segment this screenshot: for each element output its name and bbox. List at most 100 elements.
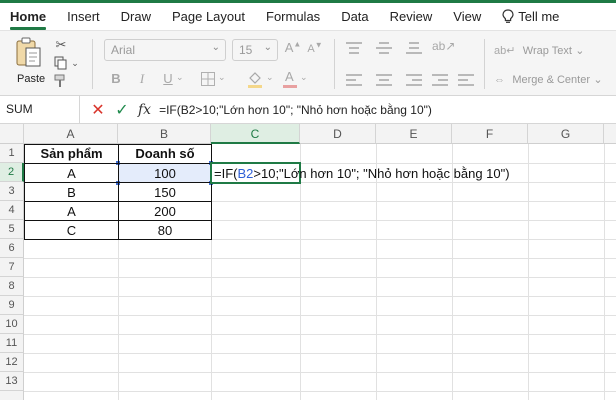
fill-color-button[interactable] [246,69,264,89]
row-header-1[interactable]: 1 [0,144,24,163]
font-color-button[interactable]: A [282,69,298,89]
paste-button[interactable]: Paste [10,37,46,89]
italic-button[interactable]: I [134,71,150,89]
gridline [24,353,616,354]
row-header-7[interactable]: 7 [0,258,24,277]
tab-view[interactable]: View [453,9,481,24]
tab-insert[interactable]: Insert [67,9,100,24]
row-header-8[interactable]: 8 [0,277,24,296]
ribbon-separator [92,39,93,89]
orientation-button[interactable]: ab↗ [432,39,455,53]
row-header-10[interactable]: 10 [0,315,24,334]
merge-center-label: Merge & Center [512,74,590,86]
insert-function-icon[interactable]: fx [138,102,151,118]
format-painter-button[interactable] [52,73,70,89]
worksheet-grid[interactable]: A B C D E F G 1 2 3 4 5 6 7 8 9 10 11 12… [0,124,616,400]
chevron-down-icon[interactable]: ⌄ [266,72,274,83]
row-header-2[interactable]: 2 [0,163,24,182]
formula-input[interactable]: =IF(B2>10;"Lớn hơn 10"; "Nhỏ hơn hoặc bằ… [159,103,432,117]
cell-a2[interactable]: A [25,164,118,183]
chevron-down-icon[interactable]: ⌄ [218,72,226,83]
indent-button[interactable] [432,73,450,87]
cell-a4[interactable]: A [25,202,118,221]
font-name-value: Arial [111,43,136,57]
tab-page-layout[interactable]: Page Layout [172,9,245,24]
editing-formula-part: >10;"Lớn hơn 10"; "Nhỏ hơn hoặc bằng 10"… [253,166,510,181]
align-right-button[interactable] [406,73,422,87]
row-header-11[interactable]: 11 [0,334,24,353]
gridline [24,296,616,297]
wrap-text-label: Wrap Text [522,45,572,57]
row-header-14[interactable] [0,391,24,400]
cell-b5[interactable]: 80 [119,221,211,240]
paste-label: Paste [17,73,46,85]
cell-b2[interactable]: 100 [119,164,211,183]
cell-a1[interactable]: Sản phẩm [25,144,118,163]
cell-b1[interactable]: Doanh số [119,144,211,163]
cell-b3[interactable]: 150 [119,183,211,202]
align-middle-button[interactable] [376,41,392,55]
underline-button[interactable]: U [160,71,176,89]
row-header-12[interactable]: 12 [0,353,24,372]
row-header-5[interactable]: 5 [0,220,24,239]
font-color-icon: A [285,69,294,84]
copy-button[interactable] [52,55,70,71]
ribbon-toolbar: Paste ✂ ⌄ Arial ⌄ 15 ⌄ A▲ A▼ B I U ⌄ ⌄ ⌄… [0,30,616,96]
row-header-4[interactable]: 4 [0,201,24,220]
row-header-13[interactable]: 13 [0,372,24,391]
cut-button[interactable]: ✂ [52,37,70,53]
tell-me-search[interactable]: Tell me [502,9,559,24]
borders-button[interactable] [200,71,216,87]
chevron-down-icon: ⌄ [211,42,220,53]
tab-formulas[interactable]: Formulas [266,9,320,24]
enter-check-icon[interactable]: ✓ [110,100,134,120]
decrease-font-size-button[interactable]: A▼ [306,40,324,55]
column-header-e[interactable]: E [376,124,452,144]
increase-font-size-button[interactable]: A▲ [284,40,302,55]
chevron-down-icon: ⌄ [71,57,79,68]
tab-review[interactable]: Review [390,9,433,24]
row-header-9[interactable]: 9 [0,296,24,315]
gridline [24,372,616,373]
lightbulb-icon [502,9,514,23]
cell-a5[interactable]: C [25,221,118,240]
column-header-c[interactable]: C [211,124,300,144]
formula-bar: SUM ✕ ✓ fx =IF(B2>10;"Lớn hơn 10"; "Nhỏ … [0,95,616,124]
merge-center-button[interactable]: ⇔ Merge & Center ⌄ [494,72,603,86]
select-all-corner[interactable] [0,124,24,144]
column-header-g[interactable]: G [528,124,604,144]
chevron-down-icon[interactable]: ⌄ [176,72,184,83]
cancel-icon[interactable]: ✕ [86,100,110,120]
column-header-a[interactable]: A [24,124,118,144]
tab-home[interactable]: Home [10,9,47,30]
clipboard-icon [16,37,41,67]
column-header-f[interactable]: F [452,124,528,144]
copy-dropdown[interactable]: ⌄ [70,55,80,71]
align-center-button[interactable] [376,73,392,87]
tab-draw[interactable]: Draw [121,9,151,24]
column-header-d[interactable]: D [300,124,376,144]
row-header-3[interactable]: 3 [0,182,24,201]
name-box[interactable]: SUM [0,95,80,124]
outdent-button[interactable] [458,73,476,87]
decrease-font-icon: A▼ [307,40,323,55]
chevron-down-icon[interactable]: ⌄ [300,72,308,83]
cell-c2-editing-text[interactable]: =IF(B2>10;"Lớn hơn 10"; "Nhỏ hơn hoặc bằ… [214,164,510,183]
align-bottom-button[interactable] [406,41,422,55]
tell-me-label: Tell me [518,9,560,24]
font-size-select[interactable]: 15 ⌄ [232,39,278,61]
wrap-text-button[interactable]: ab↵ Wrap Text ⌄ [494,43,584,57]
align-left-button[interactable] [346,73,362,87]
row-header-6[interactable]: 6 [0,239,24,258]
cell-a3[interactable]: B [25,183,118,202]
chevron-down-icon: ⌄ [575,45,585,57]
cell-b4[interactable]: 200 [119,202,211,221]
font-name-select[interactable]: Arial ⌄ [104,39,226,61]
bold-button[interactable]: B [108,71,124,89]
tab-data[interactable]: Data [341,9,368,24]
column-header-b[interactable]: B [118,124,211,144]
align-top-button[interactable] [346,41,362,55]
merge-icon: ⇔ [494,74,505,86]
ribbon-separator [484,39,485,89]
column-header-h[interactable] [604,124,616,144]
